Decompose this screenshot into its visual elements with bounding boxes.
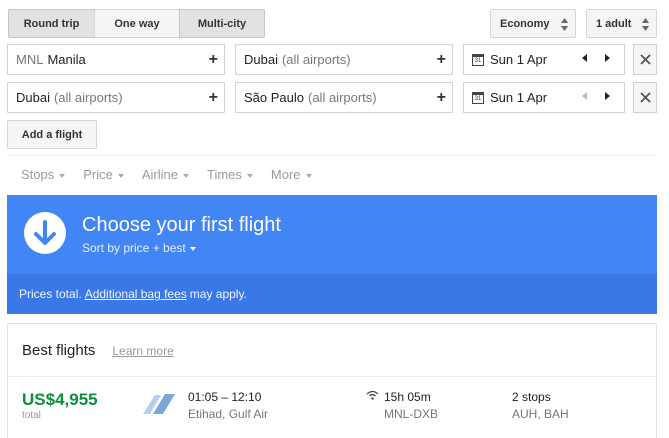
flight-price[interactable]: US$4,955 — [22, 390, 98, 410]
chevron-down-icon — [189, 247, 196, 251]
cabin-select[interactable]: Economy — [490, 9, 576, 38]
learn-more-link[interactable]: Learn more — [112, 344, 173, 358]
flight-route: MNL-DXB — [384, 407, 439, 421]
flight-times: 01:05 – 12:10 — [188, 390, 262, 404]
leg2-origin-field[interactable]: Dubai (all airports) + — [7, 82, 225, 113]
trip-round-button[interactable]: Round trip — [8, 9, 95, 38]
filter-label: Stops — [21, 167, 55, 182]
divider — [7, 155, 657, 156]
origin-code: MNL — [16, 52, 44, 67]
plus-icon[interactable]: + — [437, 89, 446, 107]
leg2-destination-field[interactable]: São Paulo (all airports) + — [235, 82, 453, 113]
passengers-select[interactable]: 1 adult — [586, 9, 657, 38]
trip-oneway-button[interactable]: One way — [94, 9, 180, 38]
filter-more[interactable]: More — [271, 167, 312, 182]
prev-date-icon[interactable] — [582, 92, 587, 100]
plus-icon[interactable]: + — [209, 51, 218, 69]
filter-stops[interactable]: Stops — [21, 167, 66, 182]
bag-fees-link[interactable]: Additional bag fees — [85, 287, 187, 301]
next-date-icon[interactable] — [605, 92, 610, 100]
filter-label: Price — [83, 167, 113, 182]
add-flight-button[interactable]: Add a flight — [7, 120, 97, 149]
best-flights-card: Best flights Learn more US$4,955 total 0… — [7, 323, 657, 438]
remove-leg1-button[interactable] — [633, 44, 657, 75]
cabin-value: Economy — [500, 17, 550, 30]
banner-title: Choose your first flight — [82, 214, 281, 236]
passengers-value: 1 adult — [596, 17, 632, 30]
chevron-down-icon — [59, 173, 66, 178]
filter-price[interactable]: Price — [83, 167, 124, 182]
choose-flight-banner: Choose your first flight Sort by price +… — [7, 195, 657, 274]
price-note: Prices total. Additional bag fees may ap… — [7, 274, 657, 314]
plus-icon[interactable]: + — [437, 51, 446, 69]
price-note: total — [22, 410, 41, 421]
leg1-origin-field[interactable]: MNL Manila + — [7, 44, 225, 75]
date-value: Sun 1 Apr — [490, 52, 548, 67]
updown-arrows-icon — [561, 18, 568, 31]
filter-label: Times — [207, 167, 242, 182]
origin-name: Dubai — [16, 90, 50, 105]
destination-name: São Paulo — [244, 90, 304, 105]
next-date-icon[interactable] — [605, 54, 610, 62]
price-note-prefix: Prices total. — [19, 287, 82, 301]
destination-note: (all airports) — [308, 90, 377, 105]
flight-duration: 15h 05m — [384, 390, 431, 404]
plus-icon[interactable]: + — [209, 89, 218, 107]
close-icon — [639, 92, 651, 103]
filter-label: Airline — [141, 167, 178, 182]
filter-airline[interactable]: Airline — [142, 167, 189, 182]
price-note-suffix: may apply. — [189, 287, 247, 301]
close-icon — [639, 54, 651, 65]
filter-times[interactable]: Times — [207, 167, 253, 182]
leg1-date-field[interactable]: 31 Sun 1 Apr — [463, 44, 625, 75]
destination-note: (all airports) — [281, 52, 351, 67]
chevron-down-icon — [183, 173, 189, 178]
prev-date-icon[interactable] — [582, 54, 587, 62]
calendar-icon: 31 — [472, 53, 484, 66]
calendar-icon: 31 — [472, 91, 484, 104]
chevron-down-icon — [117, 173, 124, 178]
airline-logo-icon — [143, 394, 175, 414]
origin-name: Manila — [47, 52, 86, 67]
origin-note: (all airports) — [53, 90, 123, 105]
sort-dropdown[interactable]: Sort by price + best — [82, 241, 196, 255]
filter-label: More — [270, 167, 301, 182]
chevron-down-icon — [305, 173, 312, 178]
leg1-destination-field[interactable]: Dubai (all airports) + — [235, 44, 453, 75]
card-header: Best flights Learn more — [22, 342, 174, 359]
leg2-date-field[interactable]: 31 Sun 1 Apr — [463, 82, 625, 113]
destination-name: Dubai — [244, 52, 278, 67]
flight-airlines: Etihad, Gulf Air — [188, 407, 269, 421]
wifi-icon — [366, 390, 379, 400]
divider — [8, 376, 656, 377]
flight-stops: 2 stops — [512, 390, 551, 404]
chevron-down-icon — [246, 173, 253, 178]
sort-label: Sort by price + best — [82, 241, 186, 255]
date-value: Sun 1 Apr — [490, 90, 548, 105]
card-title: Best flights — [22, 342, 96, 359]
remove-leg2-button[interactable] — [633, 82, 657, 113]
trip-multicity-button[interactable]: Multi-city — [179, 9, 265, 38]
down-arrow-icon — [24, 212, 66, 254]
updown-arrows-icon — [642, 18, 649, 31]
filter-bar: Stops Price Airline Times More — [21, 167, 330, 182]
flight-stops-via: AUH, BAH — [512, 407, 569, 421]
